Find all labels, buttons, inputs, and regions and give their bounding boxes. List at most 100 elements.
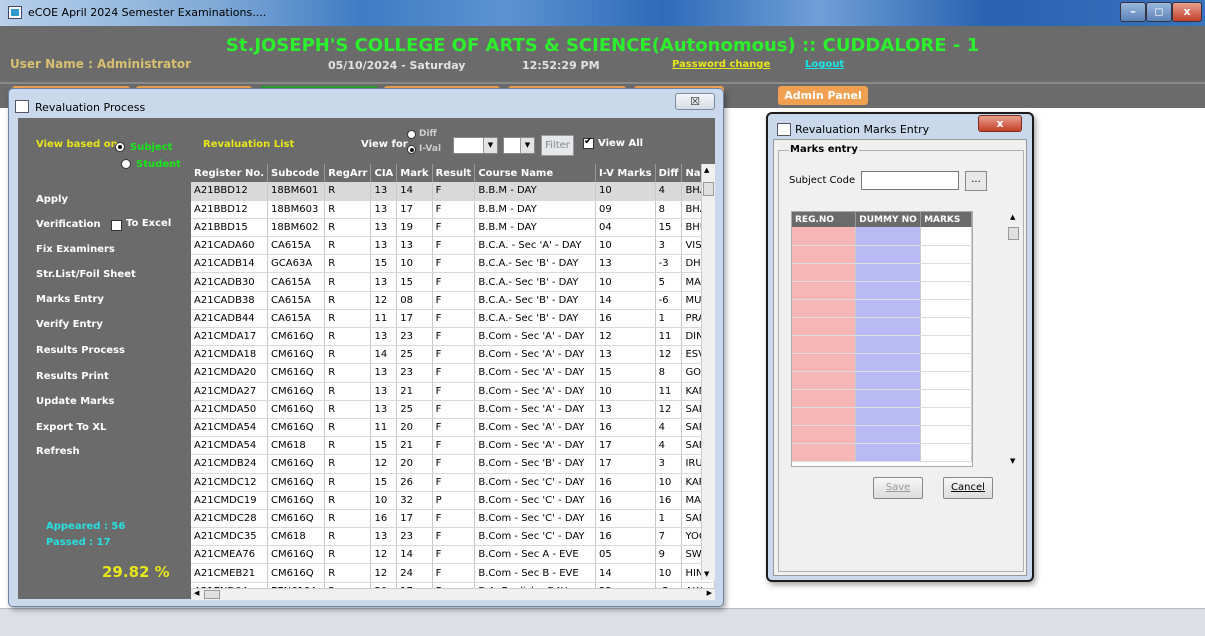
table-cell[interactable]: A21CMDA17 <box>191 327 269 347</box>
table-cell[interactable] <box>920 299 972 318</box>
table-cell[interactable]: A21CADA60 <box>191 236 269 256</box>
table-cell[interactable]: CM616Q <box>267 454 326 474</box>
revaluation-titlebar[interactable]: Revaluation Process ☒ <box>9 89 723 118</box>
export-to-xl-link[interactable]: Export To XL <box>36 422 106 433</box>
table-cell[interactable]: CM616Q <box>267 345 326 365</box>
table-row[interactable]: A21CMEA76 CM616Q R 12 14 F B.Com - Sec A - EVE… <box>191 545 715 565</box>
student-radio-label[interactable]: Student <box>136 159 181 170</box>
results-print-link[interactable]: Results Print <box>36 371 109 382</box>
scroll-up-icon[interactable]: ▲ <box>1010 213 1015 221</box>
table-cell[interactable]: 16 <box>595 418 656 438</box>
table-cell[interactable]: 13 <box>595 400 656 419</box>
table-cell[interactable]: B.B.M - DAY <box>474 218 596 238</box>
table-cell[interactable]: 12 <box>370 291 398 310</box>
table-cell[interactable]: F <box>432 254 476 274</box>
table-cell[interactable]: 21 <box>396 436 433 456</box>
table-cell[interactable]: 13 <box>595 345 656 365</box>
table-cell[interactable]: F <box>432 291 476 310</box>
table-cell[interactable]: R <box>324 454 372 474</box>
table-row[interactable]: A21CMDC19 CM616Q R 10 32 P B.Com - Sec 'C' - D… <box>191 491 715 510</box>
table-cell[interactable]: B.Com - Sec 'A' - DAY <box>474 382 596 401</box>
ival-radio-label[interactable]: I-Val <box>419 144 441 154</box>
table-cell[interactable]: 11 <box>370 418 398 438</box>
table-cell[interactable]: F <box>432 545 476 565</box>
table-cell[interactable]: 18BM602 <box>267 218 326 238</box>
table-row[interactable]: A21CADB44 CA615A R 11 17 F B.C.A.- Sec 'B' - D… <box>191 309 715 329</box>
table-cell[interactable]: 08 <box>396 291 433 310</box>
table-cell[interactable]: 24 <box>396 563 433 583</box>
table-cell[interactable] <box>855 281 922 300</box>
table-cell[interactable]: 10 <box>595 272 656 292</box>
table-cell[interactable]: A21CMDA54 <box>191 436 269 456</box>
table-cell[interactable]: R <box>324 363 372 383</box>
table-cell[interactable]: 12 <box>655 400 683 419</box>
table-cell[interactable] <box>792 335 857 354</box>
table-cell[interactable]: 15 <box>655 218 683 238</box>
table-cell[interactable] <box>792 281 857 300</box>
table-cell[interactable]: F <box>432 454 476 474</box>
table-cell[interactable] <box>792 389 857 408</box>
table-cell[interactable] <box>920 389 972 408</box>
table-cell[interactable]: 3 <box>655 454 683 474</box>
table-cell[interactable]: 23 <box>396 327 433 347</box>
scroll-thumb[interactable] <box>204 590 220 599</box>
table-row[interactable] <box>792 425 972 444</box>
table-cell[interactable]: 17 <box>396 309 433 329</box>
table-cell[interactable]: A21CMDA54 <box>191 418 269 438</box>
table-cell[interactable]: 12 <box>655 345 683 365</box>
view-all-checkbox[interactable] <box>583 136 594 149</box>
table-cell[interactable] <box>855 389 922 408</box>
cancel-button[interactable]: Cancel <box>943 477 993 499</box>
table-cell[interactable] <box>920 371 972 390</box>
scroll-up-icon[interactable]: ▲ <box>704 166 709 174</box>
table-cell[interactable] <box>920 245 972 264</box>
table-cell[interactable]: 8 <box>655 200 683 219</box>
minimize-button[interactable]: – <box>1120 2 1146 22</box>
table-cell[interactable]: 25 <box>396 400 433 419</box>
table-cell[interactable]: B.Com - Sec 'C' - DAY <box>474 527 596 547</box>
table-cell[interactable]: R <box>324 563 372 583</box>
table-cell[interactable]: F <box>432 363 476 383</box>
table-cell[interactable]: 18BM603 <box>267 200 326 219</box>
table-cell[interactable]: R <box>324 345 372 365</box>
table-cell[interactable]: R <box>324 218 372 238</box>
table-cell[interactable]: F <box>432 236 476 256</box>
table-row[interactable] <box>792 335 972 354</box>
table-cell[interactable]: 25 <box>396 345 433 365</box>
table-cell[interactable] <box>855 353 922 372</box>
table-cell[interactable]: CM616Q <box>267 418 326 438</box>
table-cell[interactable]: 12 <box>370 563 398 583</box>
table-cell[interactable]: P <box>432 491 476 510</box>
table-row[interactable] <box>792 245 972 264</box>
table-cell[interactable]: F <box>432 382 476 401</box>
table-row[interactable] <box>792 299 972 318</box>
table-cell[interactable]: A21BBD12 <box>191 182 269 201</box>
table-cell[interactable] <box>792 227 857 246</box>
diff-radio-label[interactable]: Diff <box>419 129 437 139</box>
grid-vertical-scrollbar[interactable]: ▲ ▼ <box>701 164 715 580</box>
table-cell[interactable]: 13 <box>370 363 398 383</box>
table-cell[interactable]: B.Com - Sec 'C' - DAY <box>474 509 596 529</box>
table-cell[interactable]: R <box>324 382 372 401</box>
table-cell[interactable]: 23 <box>396 527 433 547</box>
table-cell[interactable]: R <box>324 436 372 456</box>
column-header[interactable]: I-V Marks <box>595 164 656 182</box>
table-cell[interactable]: F <box>432 509 476 529</box>
table-cell[interactable]: 16 <box>595 509 656 529</box>
table-cell[interactable]: 14 <box>595 563 656 583</box>
table-cell[interactable] <box>855 371 922 390</box>
table-cell[interactable]: B.Com - Sec 'C' - DAY <box>474 473 596 492</box>
table-cell[interactable]: CM616Q <box>267 363 326 383</box>
table-row[interactable]: A21BBD12 18BM601 R 13 14 F B.B.M - DAY 10 4 BHA <box>191 182 715 201</box>
table-cell[interactable]: A21CADB38 <box>191 291 269 310</box>
apply-link[interactable]: Apply <box>36 194 68 205</box>
table-cell[interactable]: F <box>432 218 476 238</box>
table-cell[interactable]: 13 <box>595 254 656 274</box>
table-cell[interactable] <box>855 425 922 444</box>
table-cell[interactable] <box>792 371 857 390</box>
table-cell[interactable]: 20 <box>396 454 433 474</box>
table-row[interactable] <box>792 281 972 300</box>
table-cell[interactable]: F <box>432 563 476 583</box>
table-cell[interactable]: B.Com - Sec 'B' - DAY <box>474 454 596 474</box>
table-cell[interactable] <box>855 227 922 246</box>
